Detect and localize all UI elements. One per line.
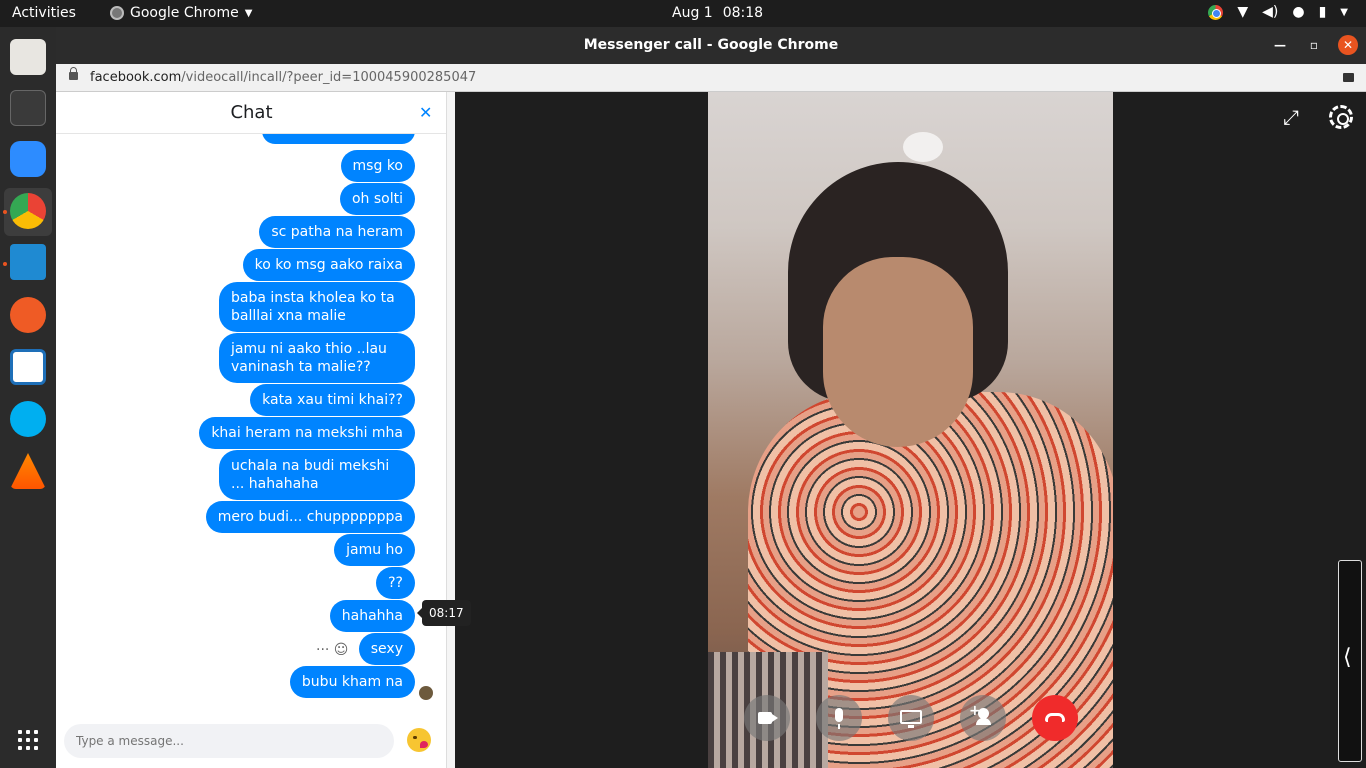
message-bubble[interactable]: uchala na budi mekshi ... hahahaha [219, 450, 415, 500]
message-bubble[interactable]: hahahha [329, 600, 415, 632]
chat-header: Chat ✕ [56, 92, 446, 134]
lock-icon[interactable] [69, 67, 78, 80]
message-bubble[interactable]: baba insta kholea ko ta balllai xna mali… [219, 282, 415, 332]
end-call-icon [1045, 713, 1065, 722]
message-bubble[interactable]: jamu ho [334, 534, 415, 566]
skype-icon[interactable] [10, 401, 46, 437]
vscode-icon[interactable] [10, 244, 46, 280]
show-applications-icon[interactable] [18, 730, 38, 750]
window-title: Messenger call - Google Chrome [583, 37, 839, 53]
wifi-icon: ▼ [1237, 4, 1249, 20]
dock [0, 27, 56, 768]
add-person-icon [976, 708, 991, 725]
system-tray[interactable]: ▼ ◀) ● ▮ ▼ [1208, 4, 1348, 20]
message-bubble[interactable]: mero budi... chupppppppa [205, 501, 415, 533]
seen-avatar [419, 686, 433, 700]
system-top-bar: Activities Google Chrome ▼ Aug 1 08:18 ▼ … [0, 0, 1366, 27]
face [823, 257, 973, 447]
clock-date: Aug 1 [672, 5, 713, 21]
url-path: /videocall/incall/?peer_id=1000459002850… [181, 70, 477, 85]
chrome-tray-icon[interactable] [1208, 4, 1224, 20]
chevron-down-icon: ▼ [1340, 6, 1348, 18]
maximize-button[interactable]: ▫ [1304, 35, 1324, 55]
files-icon[interactable] [10, 39, 46, 75]
message-bubble[interactable]: msg ko [340, 150, 415, 182]
chat-panel: Chat ✕ khai sc hearam na msg ko oh solti… [56, 92, 447, 768]
minimize-button[interactable]: — [1270, 35, 1290, 55]
microphone-tray-icon: ● [1292, 4, 1305, 20]
fullscreen-icon[interactable]: ⤢ [1280, 106, 1302, 128]
message-actions[interactable]: ··· ☺ [316, 642, 348, 658]
close-chat-button[interactable]: ✕ [419, 103, 432, 122]
battery-icon: ▮ [1318, 4, 1327, 20]
postman-icon[interactable] [10, 297, 46, 333]
message-bubble[interactable]: bubu kham na [289, 666, 415, 698]
end-call-button[interactable] [1032, 695, 1078, 741]
share-screen-button[interactable] [888, 695, 934, 741]
remote-video-feed [708, 92, 1113, 768]
panel-divider[interactable] [447, 92, 455, 768]
close-window-button[interactable]: ✕ [1338, 35, 1358, 55]
message-bubble[interactable]: oh solti [339, 183, 415, 215]
chat-title: Chat [230, 102, 273, 123]
volume-icon: ◀) [1262, 4, 1279, 20]
caret-down-icon: ▼ [244, 7, 253, 19]
app-menu-label: Google Chrome [130, 5, 239, 21]
browser-window: Messenger call - Google Chrome — ▫ ✕ fac… [56, 27, 1366, 768]
document-viewer-icon[interactable] [10, 349, 46, 385]
vlc-icon[interactable] [10, 453, 46, 489]
clock[interactable]: Aug 1 08:18 [672, 5, 763, 21]
chevron-left-icon: ⟨ [1343, 645, 1352, 670]
message-bubble[interactable]: ?? [376, 567, 415, 599]
settings-gear-icon[interactable] [1329, 105, 1353, 129]
message-bubble[interactable]: sexy [358, 633, 415, 665]
address-bar[interactable]: facebook.com/videocall/incall/?peer_id=1… [56, 64, 1366, 92]
video-call-area: + ⤢ ⟨ [455, 92, 1366, 768]
camera-in-use-icon[interactable] [1343, 73, 1354, 82]
emoji-kiss-icon[interactable] [407, 728, 431, 752]
message-input[interactable] [64, 724, 364, 758]
message-bubble[interactable]: sc patha na heram [259, 216, 415, 248]
running-indicator [3, 210, 7, 214]
message-bubble[interactable]: kata xau timi khai?? [250, 384, 415, 416]
running-indicator [3, 262, 7, 266]
timestamp-tooltip: 08:17 [417, 600, 471, 626]
message-bubble[interactable]: khai heram na mekshi mha [199, 417, 415, 449]
url-domain: facebook.com [90, 70, 182, 85]
url-text[interactable]: facebook.com/videocall/incall/?peer_id=1… [90, 70, 476, 85]
clock-time: 08:18 [722, 5, 764, 21]
ceiling-fan [903, 132, 943, 162]
chrome-icon[interactable] [10, 193, 46, 229]
chrome-app-icon [110, 6, 124, 20]
screen-share-icon [900, 710, 922, 728]
window-titlebar: Messenger call - Google Chrome — ▫ ✕ [56, 27, 1366, 64]
add-person-button[interactable]: + [960, 695, 1006, 741]
activities-button[interactable]: Activities [12, 5, 76, 21]
message-bubble[interactable]: ko ko msg aako raixa [242, 249, 415, 281]
message-composer[interactable] [64, 724, 394, 758]
toggle-camera-button[interactable] [744, 695, 790, 741]
toggle-mic-button[interactable] [816, 695, 862, 741]
message-bubble[interactable]: jamu ni aako thio ..lau vaninash ta mali… [219, 333, 415, 383]
microphone-icon [835, 708, 843, 729]
zoom-icon[interactable] [10, 141, 46, 177]
app-menu[interactable]: Google Chrome ▼ [110, 5, 252, 21]
terminal-icon[interactable] [10, 90, 46, 126]
side-panel-toggle[interactable]: ⟨ [1338, 560, 1362, 762]
video-camera-icon [758, 712, 778, 724]
